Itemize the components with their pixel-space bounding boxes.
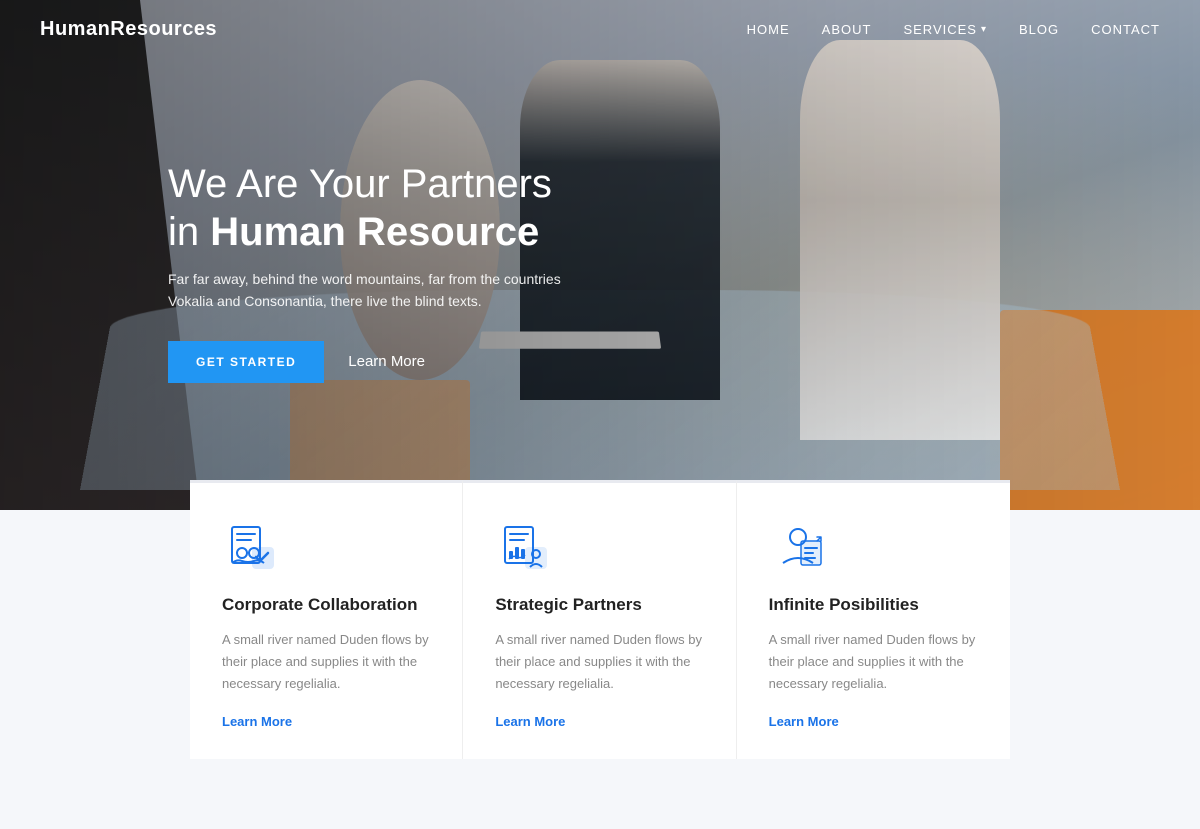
- card-link-1[interactable]: Learn More: [222, 714, 292, 729]
- nav-home[interactable]: HOME: [747, 22, 790, 37]
- services-chevron-icon: ▾: [981, 24, 987, 35]
- cards-section: Corporate Collaboration A small river na…: [0, 510, 1200, 829]
- site-logo: HumanResources: [40, 18, 217, 41]
- card-desc-2: A small river named Duden flows by their…: [495, 629, 703, 695]
- hero-headline: We Are Your Partners in Human Resource: [168, 160, 588, 256]
- main-nav: HOME ABOUT SERVICES ▾ BLOG CONTACT: [747, 22, 1160, 37]
- nav-blog[interactable]: BLOG: [1019, 22, 1059, 37]
- card-link-3[interactable]: Learn More: [769, 714, 839, 729]
- card-desc-1: A small river named Duden flows by their…: [222, 629, 430, 695]
- get-started-button[interactable]: GET STARTED: [168, 341, 324, 383]
- site-header: HumanResources HOME ABOUT SERVICES ▾ BLO…: [0, 0, 1200, 59]
- card-corporate-collaboration: Corporate Collaboration A small river na…: [190, 480, 463, 759]
- hero-description: Far far away, behind the word mountains,…: [168, 268, 588, 313]
- hero-content: We Are Your Partners in Human Resource F…: [168, 160, 588, 383]
- hero-headline-bold: Human Resource: [210, 210, 539, 254]
- hero-cta-group: GET STARTED Learn More: [168, 341, 588, 383]
- card-icon-collaboration: [222, 519, 280, 577]
- card-title-1: Corporate Collaboration: [222, 595, 430, 615]
- nav-about[interactable]: ABOUT: [822, 22, 872, 37]
- card-title-2: Strategic Partners: [495, 595, 703, 615]
- card-icon-strategic: [495, 519, 553, 577]
- card-title-3: Infinite Posibilities: [769, 595, 978, 615]
- hero-section: HumanResources HOME ABOUT SERVICES ▾ BLO…: [0, 0, 1200, 510]
- card-strategic-partners: Strategic Partners A small river named D…: [463, 480, 736, 759]
- nav-contact[interactable]: CONTACT: [1091, 22, 1160, 37]
- card-link-2[interactable]: Learn More: [495, 714, 565, 729]
- learn-more-hero-link[interactable]: Learn More: [348, 353, 425, 370]
- card-icon-infinite: [769, 519, 827, 577]
- card-infinite-possibilities: Infinite Posibilities A small river name…: [737, 480, 1010, 759]
- card-desc-3: A small river named Duden flows by their…: [769, 629, 978, 695]
- cards-grid: Corporate Collaboration A small river na…: [190, 480, 1010, 759]
- nav-services[interactable]: SERVICES ▾: [903, 22, 987, 37]
